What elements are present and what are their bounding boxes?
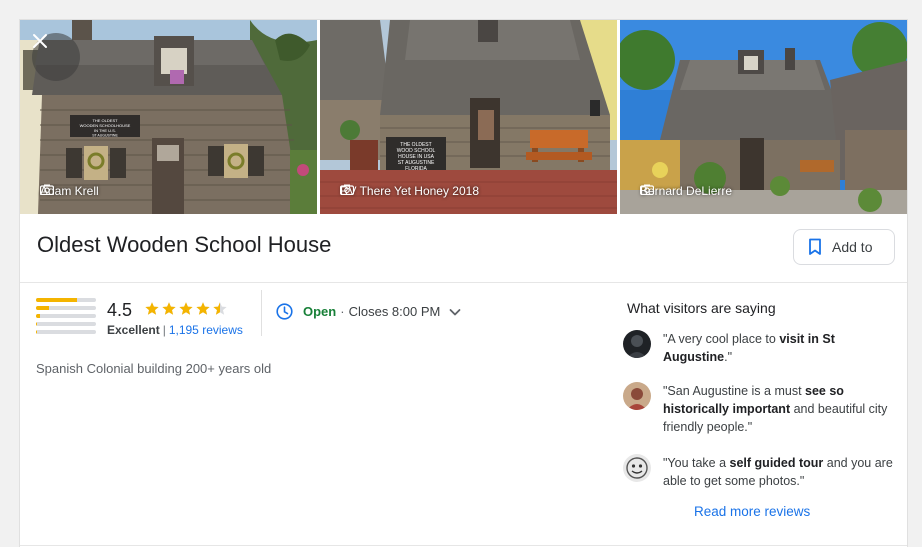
rating-summary: Excellent | 1,195 reviews: [107, 323, 243, 337]
quote-text: .": [724, 350, 733, 364]
photo-2-credit-text: RV There Yet Honey 2018: [340, 184, 479, 198]
close-button[interactable]: [32, 33, 80, 81]
avatar: [623, 454, 651, 482]
avatar: [623, 382, 651, 410]
star-rating: [144, 301, 228, 317]
rating-bar-fill: [36, 330, 38, 334]
photo-strip: THE OLDEST WOODEN SCHOOLHOUSE IN THE U.S…: [20, 20, 907, 214]
photo-1-credit: Adam Krell: [40, 184, 99, 198]
quote-text: "San Augustine is a must: [663, 384, 806, 398]
closing-time: Closes 8:00 PM: [348, 304, 441, 319]
clock-icon: [276, 303, 293, 320]
review-text: "A very cool place to visit in St August…: [663, 330, 895, 366]
rating-bar-fill: [36, 314, 40, 318]
rating-bar: [36, 298, 96, 302]
divider: [20, 545, 907, 546]
bookmark-icon: [809, 238, 821, 255]
camera-icon: [640, 184, 654, 195]
star-icon: [213, 302, 227, 315]
rating-bar-fill: [36, 306, 50, 310]
close-icon: [33, 34, 47, 48]
rating-histogram[interactable]: [36, 298, 96, 338]
add-to-button[interactable]: Add to: [793, 229, 895, 265]
photo-1[interactable]: THE OLDEST WOODEN SCHOOLHOUSE IN THE U.S…: [20, 20, 317, 214]
rating-value: 4.5: [107, 300, 133, 320]
photo-3[interactable]: Bernard DeLierre: [620, 20, 907, 214]
quote-highlight: self guided tour: [729, 456, 824, 470]
star-icon: [145, 302, 159, 315]
vertical-divider: [261, 290, 262, 336]
photo-1-sign-line: ST AUGUSTINE: [92, 134, 118, 138]
star-icon: [179, 302, 193, 315]
quote-text: "A very cool place to: [663, 332, 780, 346]
star-icon: [162, 302, 176, 315]
review-text: "San Augustine is a must see so historic…: [663, 382, 895, 436]
place-card: THE OLDEST WOODEN SCHOOLHOUSE IN THE U.S…: [19, 19, 908, 547]
rating-bar: [36, 306, 96, 310]
hours-dropdown[interactable]: Open · Closes 8:00 PM: [276, 303, 462, 320]
review-text: "You take a self guided tour and you are…: [663, 454, 895, 490]
separator: |: [162, 323, 166, 337]
open-status: Open: [303, 304, 337, 319]
read-more-reviews-link[interactable]: Read more reviews: [694, 504, 810, 519]
rating-bar: [36, 314, 96, 318]
chevron-down-icon: [449, 308, 461, 315]
divider: [20, 282, 907, 283]
rating-bar-fill: [36, 298, 77, 302]
visitors-heading: What visitors are saying: [627, 300, 776, 316]
place-title: Oldest Wooden School House: [37, 232, 332, 257]
rating-label: Excellent: [107, 323, 160, 337]
place-description: Spanish Colonial building 200+ years old: [36, 361, 272, 376]
reviews-link[interactable]: 1,195 reviews: [169, 323, 243, 337]
photo-2-credit: RV There Yet Honey 2018: [340, 184, 479, 198]
quote-text: "You take a: [663, 456, 730, 470]
rating-bar: [36, 330, 96, 334]
photo-2[interactable]: THE OLDEST WOOD SCHOOL HOUSE IN USA ST A…: [320, 20, 617, 214]
add-to-label: Add to: [832, 239, 873, 255]
photo-3-credit: Bernard DeLierre: [640, 184, 732, 198]
photo-1-sign-line: IN THE U.S.: [94, 128, 116, 133]
avatar: [623, 330, 651, 358]
camera-icon: [340, 184, 354, 195]
star-icon: [196, 302, 210, 315]
camera-icon: [40, 184, 54, 195]
separator-dot: ·: [340, 304, 345, 319]
rating-bar: [36, 322, 96, 326]
rating-bar-fill: [36, 322, 38, 326]
